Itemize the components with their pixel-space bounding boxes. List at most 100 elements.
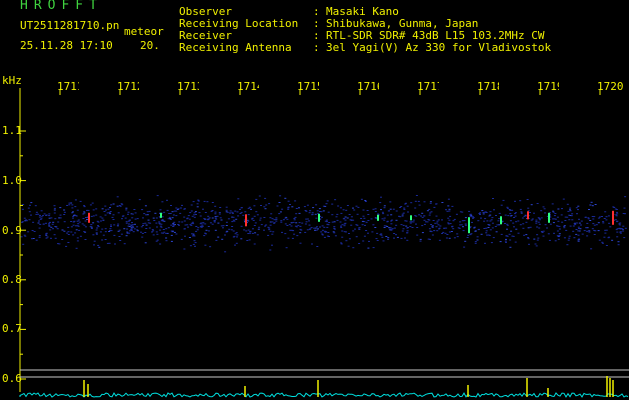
noise-speckle bbox=[264, 225, 266, 227]
noise-speckle bbox=[360, 198, 363, 200]
noise-speckle bbox=[567, 239, 570, 241]
noise-speckle bbox=[208, 217, 211, 219]
noise-speckle bbox=[110, 230, 113, 232]
noise-speckle bbox=[594, 204, 597, 205]
noise-speckle bbox=[484, 242, 486, 244]
noise-speckle bbox=[83, 206, 86, 208]
noise-speckle bbox=[493, 209, 495, 211]
noise-speckle bbox=[301, 222, 304, 224]
noise-speckle bbox=[340, 242, 343, 244]
noise-speckle bbox=[308, 212, 311, 214]
noise-speckle bbox=[63, 214, 66, 215]
noise-speckle bbox=[395, 219, 398, 221]
noise-speckle bbox=[111, 216, 114, 218]
noise-speckle bbox=[303, 206, 306, 208]
noise-speckle bbox=[291, 206, 294, 208]
noise-speckle bbox=[311, 214, 314, 216]
noise-speckle bbox=[331, 203, 334, 205]
noise-speckle bbox=[512, 222, 515, 224]
noise-speckle bbox=[355, 236, 358, 238]
noise-speckle bbox=[52, 228, 54, 230]
noise-speckle bbox=[265, 204, 268, 206]
noise-speckle bbox=[63, 211, 66, 213]
noise-speckle bbox=[225, 225, 228, 226]
noise-speckle bbox=[474, 242, 477, 244]
noise-speckle bbox=[308, 220, 310, 222]
noise-speckle bbox=[299, 242, 302, 244]
noise-speckle bbox=[344, 219, 347, 221]
noise-speckle bbox=[58, 217, 61, 219]
noise-speckle bbox=[598, 239, 601, 241]
noise-speckle bbox=[297, 224, 300, 226]
noise-speckle bbox=[165, 237, 168, 239]
noise-speckle bbox=[290, 222, 293, 224]
noise-speckle bbox=[578, 228, 580, 229]
noise-speckle bbox=[240, 207, 243, 209]
noise-speckle bbox=[132, 227, 135, 229]
noise-speckle bbox=[591, 205, 594, 207]
noise-speckle bbox=[37, 213, 40, 215]
info-value-antenna: 3el Yagi(V) Az 330 for Vladivostok bbox=[326, 41, 552, 54]
noise-speckle bbox=[145, 228, 148, 229]
noise-speckle bbox=[480, 233, 483, 235]
noise-speckle bbox=[205, 233, 207, 235]
noise-speckle bbox=[268, 203, 271, 205]
noise-speckle bbox=[247, 229, 250, 231]
x-tick-label: 1715 bbox=[297, 81, 319, 93]
noise-speckle bbox=[293, 233, 296, 235]
noise-speckle bbox=[108, 212, 111, 214]
noise-speckle bbox=[161, 219, 164, 221]
noise-speckle bbox=[436, 220, 439, 222]
noise-speckle bbox=[172, 222, 175, 224]
noise-speckle bbox=[398, 215, 400, 217]
noise-speckle bbox=[327, 224, 330, 226]
noise-speckle bbox=[554, 240, 557, 242]
noise-speckle bbox=[435, 203, 438, 205]
noise-speckle bbox=[389, 208, 392, 210]
noise-speckle bbox=[203, 200, 206, 202]
noise-speckle bbox=[287, 237, 290, 239]
noise-speckle bbox=[466, 237, 469, 238]
noise-speckle bbox=[38, 216, 41, 218]
noise-speckle bbox=[430, 231, 433, 233]
noise-speckle bbox=[586, 222, 589, 224]
noise-speckle bbox=[624, 227, 627, 229]
noise-speckle bbox=[131, 217, 134, 219]
noise-speckle bbox=[482, 212, 485, 213]
noise-speckle bbox=[489, 214, 492, 216]
noise-speckle bbox=[580, 220, 583, 222]
noise-speckle bbox=[214, 216, 217, 218]
noise-speckle bbox=[542, 235, 545, 237]
noise-speckle bbox=[144, 242, 147, 244]
noise-speckle bbox=[473, 227, 476, 229]
noise-speckle bbox=[234, 233, 237, 235]
noise-speckle bbox=[53, 209, 56, 211]
noise-speckle bbox=[233, 220, 236, 222]
noise-speckle bbox=[50, 226, 53, 228]
noise-speckle bbox=[382, 213, 385, 215]
noise-speckle bbox=[461, 211, 464, 213]
noise-speckle bbox=[587, 217, 590, 219]
noise-speckle bbox=[535, 245, 538, 247]
noise-speckle bbox=[468, 210, 471, 212]
app-title: HROFFT bbox=[20, 0, 103, 13]
noise-speckle bbox=[76, 220, 79, 222]
noise-speckle bbox=[271, 244, 273, 246]
noise-speckle bbox=[247, 233, 250, 234]
noise-speckle bbox=[291, 237, 294, 239]
noise-speckle bbox=[232, 216, 235, 218]
noise-speckle bbox=[131, 225, 134, 227]
noise-speckle bbox=[589, 204, 592, 206]
noise-speckle bbox=[118, 236, 121, 237]
noise-speckle bbox=[158, 222, 161, 224]
noise-speckle bbox=[429, 212, 432, 214]
noise-speckle bbox=[479, 214, 481, 215]
noise-speckle bbox=[63, 209, 66, 211]
noise-speckle bbox=[222, 227, 224, 229]
noise-speckle bbox=[564, 220, 567, 221]
noise-speckle bbox=[306, 204, 309, 206]
noise-speckle bbox=[342, 209, 345, 211]
noise-speckle bbox=[616, 213, 619, 215]
noise-speckle bbox=[509, 209, 512, 211]
noise-speckle bbox=[163, 231, 166, 233]
